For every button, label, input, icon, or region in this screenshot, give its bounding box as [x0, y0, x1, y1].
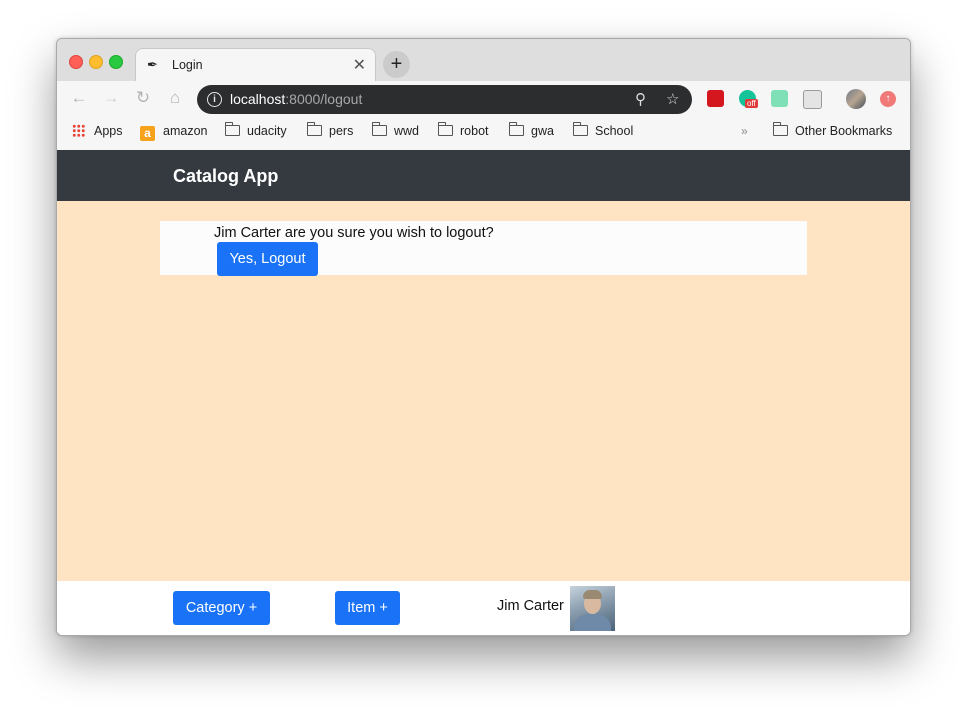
- bookmark-pers[interactable]: pers: [307, 122, 353, 138]
- app-footer: Category + Item + Jim Carter: [57, 581, 910, 635]
- bookmark-robot[interactable]: robot: [438, 122, 489, 138]
- lastpass-extension-icon[interactable]: [707, 90, 724, 107]
- back-icon[interactable]: ←: [69, 88, 89, 108]
- add-category-button[interactable]: Category +: [173, 591, 270, 625]
- user-avatar: [570, 586, 615, 631]
- browser-window: ✒ Login ✕ + ← → ↻ ⌂ i localhost:8000/log…: [56, 38, 911, 636]
- logout-question: Jim Carter are you sure you wish to logo…: [214, 225, 494, 241]
- url-text[interactable]: localhost:8000/logout: [230, 91, 362, 107]
- folder-icon: [438, 122, 453, 136]
- home-icon[interactable]: ⌂: [165, 88, 185, 108]
- grammarly-extension-icon[interactable]: off: [739, 90, 758, 108]
- add-item-button[interactable]: Item +: [335, 591, 400, 625]
- window-close-button[interactable]: [69, 55, 83, 69]
- grammarly-badge: off: [745, 99, 758, 108]
- confirm-logout-button[interactable]: Yes, Logout: [217, 242, 318, 276]
- forward-icon[interactable]: →: [101, 88, 121, 108]
- reload-icon[interactable]: ↻: [133, 88, 153, 108]
- window-minimize-button[interactable]: [89, 55, 103, 69]
- logout-card: Jim Carter are you sure you wish to logo…: [160, 221, 807, 276]
- folder-icon: [509, 122, 524, 136]
- bookmark-school[interactable]: School: [573, 122, 633, 138]
- bookmark-amazon[interactable]: a amazon: [140, 124, 207, 141]
- tab-title: Login: [172, 58, 203, 72]
- folder-icon: [372, 122, 387, 136]
- bookmark-apps[interactable]: Apps: [72, 124, 123, 138]
- screenshot-extension-icon[interactable]: [803, 90, 822, 109]
- tab-strip: ✒ Login ✕ +: [57, 39, 910, 82]
- bookmark-star-icon[interactable]: ☆: [666, 90, 679, 108]
- bookmark-gwa[interactable]: gwa: [509, 122, 554, 138]
- bookmarks-bar: Apps a amazon udacity pers wwd robot gwa …: [57, 118, 910, 151]
- folder-icon: [225, 122, 240, 136]
- brand-title[interactable]: Catalog App: [173, 166, 278, 187]
- folder-icon: [773, 122, 788, 136]
- folder-icon: [307, 122, 322, 136]
- tab-favicon-icon: ✒: [147, 57, 158, 72]
- other-bookmarks[interactable]: Other Bookmarks: [773, 122, 892, 138]
- url-path: :8000/logout: [285, 91, 363, 107]
- bookmark-udacity[interactable]: udacity: [225, 122, 287, 138]
- site-info-icon[interactable]: i: [207, 92, 222, 107]
- amazon-icon: a: [140, 126, 155, 141]
- update-icon[interactable]: ↑: [880, 91, 896, 107]
- tab-login[interactable]: ✒ Login ✕: [135, 48, 376, 82]
- url-host: localhost: [230, 91, 286, 107]
- wave-extension-icon[interactable]: [771, 90, 788, 107]
- apps-grid-icon: [72, 124, 85, 137]
- profile-avatar[interactable]: [846, 89, 866, 109]
- zoom-icon[interactable]: ⚲: [635, 90, 646, 108]
- app-navbar: Catalog App: [57, 150, 910, 201]
- main-content: Jim Carter are you sure you wish to logo…: [57, 201, 910, 581]
- address-bar[interactable]: i localhost:8000/logout ⚲ ☆: [197, 85, 692, 114]
- bookmark-wwd[interactable]: wwd: [372, 122, 419, 138]
- folder-icon: [573, 122, 588, 136]
- tab-close-icon[interactable]: ✕: [353, 55, 366, 75]
- window-maximize-button[interactable]: [109, 55, 123, 69]
- user-name: Jim Carter: [497, 598, 564, 614]
- browser-toolbar: ← → ↻ ⌂ i localhost:8000/logout ⚲ ☆ off …: [57, 81, 910, 118]
- bookmarks-overflow-icon[interactable]: »: [741, 124, 748, 138]
- new-tab-button[interactable]: +: [383, 51, 410, 78]
